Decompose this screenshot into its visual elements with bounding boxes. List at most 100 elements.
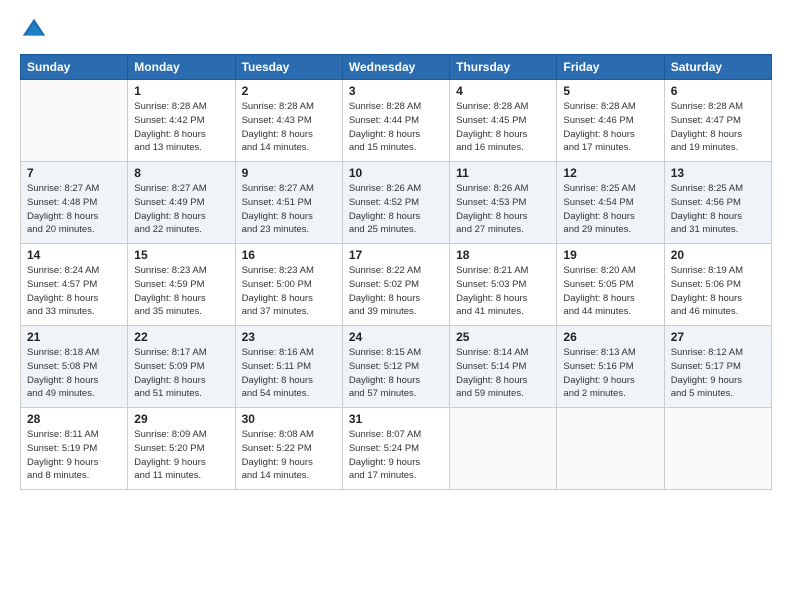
day-number: 2 [242,84,336,98]
weekday-header-monday: Monday [128,55,235,80]
day-number: 18 [456,248,550,262]
calendar-cell [557,408,664,490]
day-number: 5 [563,84,657,98]
day-number: 24 [349,330,443,344]
day-info: Sunrise: 8:23 AM Sunset: 4:59 PM Dayligh… [134,264,228,319]
day-number: 27 [671,330,765,344]
day-info: Sunrise: 8:25 AM Sunset: 4:56 PM Dayligh… [671,182,765,237]
week-row-3: 14 Sunrise: 8:24 AM Sunset: 4:57 PM Dayli… [21,244,772,326]
weekday-header-friday: Friday [557,55,664,80]
day-number: 7 [27,166,121,180]
day-info: Sunrise: 8:12 AM Sunset: 5:17 PM Dayligh… [671,346,765,401]
day-number: 13 [671,166,765,180]
calendar-cell: 16 Sunrise: 8:23 AM Sunset: 5:00 PM Dayli… [235,244,342,326]
day-number: 14 [27,248,121,262]
calendar-cell: 13 Sunrise: 8:25 AM Sunset: 4:56 PM Dayli… [664,162,771,244]
calendar-cell: 3 Sunrise: 8:28 AM Sunset: 4:44 PM Daylig… [342,80,449,162]
week-row-5: 28 Sunrise: 8:11 AM Sunset: 5:19 PM Dayli… [21,408,772,490]
calendar-cell: 27 Sunrise: 8:12 AM Sunset: 5:17 PM Dayli… [664,326,771,408]
calendar-cell: 6 Sunrise: 8:28 AM Sunset: 4:47 PM Daylig… [664,80,771,162]
calendar-cell [21,80,128,162]
day-number: 10 [349,166,443,180]
day-number: 6 [671,84,765,98]
day-info: Sunrise: 8:07 AM Sunset: 5:24 PM Dayligh… [349,428,443,483]
day-info: Sunrise: 8:24 AM Sunset: 4:57 PM Dayligh… [27,264,121,319]
day-info: Sunrise: 8:08 AM Sunset: 5:22 PM Dayligh… [242,428,336,483]
day-info: Sunrise: 8:13 AM Sunset: 5:16 PM Dayligh… [563,346,657,401]
day-info: Sunrise: 8:26 AM Sunset: 4:53 PM Dayligh… [456,182,550,237]
day-info: Sunrise: 8:09 AM Sunset: 5:20 PM Dayligh… [134,428,228,483]
calendar-cell: 20 Sunrise: 8:19 AM Sunset: 5:06 PM Dayli… [664,244,771,326]
weekday-header-sunday: Sunday [21,55,128,80]
day-number: 22 [134,330,228,344]
calendar-cell: 15Sunrise: 8:23 AM Sunset: 4:59 PM Dayli… [128,244,235,326]
calendar-cell: 2Sunrise: 8:28 AM Sunset: 4:43 PM Daylig… [235,80,342,162]
weekday-header-thursday: Thursday [450,55,557,80]
day-number: 8 [134,166,228,180]
calendar-cell: 28 Sunrise: 8:11 AM Sunset: 5:19 PM Dayli… [21,408,128,490]
calendar-cell: 5Sunrise: 8:28 AM Sunset: 4:46 PM Daylig… [557,80,664,162]
calendar-cell [450,408,557,490]
day-info: Sunrise: 8:15 AM Sunset: 5:12 PM Dayligh… [349,346,443,401]
day-info: Sunrise: 8:22 AM Sunset: 5:02 PM Dayligh… [349,264,443,319]
day-info: Sunrise: 8:28 AM Sunset: 4:47 PM Dayligh… [671,100,765,155]
calendar-cell: 18Sunrise: 8:21 AM Sunset: 5:03 PM Dayli… [450,244,557,326]
day-number: 9 [242,166,336,180]
calendar-cell: 12Sunrise: 8:25 AM Sunset: 4:54 PM Dayli… [557,162,664,244]
day-info: Sunrise: 8:20 AM Sunset: 5:05 PM Dayligh… [563,264,657,319]
calendar-table: SundayMondayTuesdayWednesdayThursdayFrid… [20,54,772,490]
calendar-cell: 1Sunrise: 8:28 AM Sunset: 4:42 PM Daylig… [128,80,235,162]
day-info: Sunrise: 8:27 AM Sunset: 4:51 PM Dayligh… [242,182,336,237]
calendar-cell: 17Sunrise: 8:22 AM Sunset: 5:02 PM Dayli… [342,244,449,326]
calendar-cell: 21 Sunrise: 8:18 AM Sunset: 5:08 PM Dayli… [21,326,128,408]
calendar-cell: 23 Sunrise: 8:16 AM Sunset: 5:11 PM Dayli… [235,326,342,408]
day-info: Sunrise: 8:17 AM Sunset: 5:09 PM Dayligh… [134,346,228,401]
day-number: 29 [134,412,228,426]
calendar-cell: 26Sunrise: 8:13 AM Sunset: 5:16 PM Dayli… [557,326,664,408]
day-number: 11 [456,166,550,180]
day-info: Sunrise: 8:27 AM Sunset: 4:49 PM Dayligh… [134,182,228,237]
logo [20,16,52,44]
day-number: 16 [242,248,336,262]
day-info: Sunrise: 8:28 AM Sunset: 4:45 PM Dayligh… [456,100,550,155]
day-info: Sunrise: 8:16 AM Sunset: 5:11 PM Dayligh… [242,346,336,401]
calendar-cell: 11 Sunrise: 8:26 AM Sunset: 4:53 PM Dayli… [450,162,557,244]
day-number: 23 [242,330,336,344]
weekday-header-row: SundayMondayTuesdayWednesdayThursdayFrid… [21,55,772,80]
calendar-cell: 4 Sunrise: 8:28 AM Sunset: 4:45 PM Daylig… [450,80,557,162]
day-number: 19 [563,248,657,262]
day-info: Sunrise: 8:19 AM Sunset: 5:06 PM Dayligh… [671,264,765,319]
day-number: 4 [456,84,550,98]
page-container: SundayMondayTuesdayWednesdayThursdayFrid… [0,0,792,502]
calendar-cell: 25Sunrise: 8:14 AM Sunset: 5:14 PM Dayli… [450,326,557,408]
day-number: 12 [563,166,657,180]
day-number: 31 [349,412,443,426]
page-header [20,16,772,44]
calendar-cell: 7Sunrise: 8:27 AM Sunset: 4:48 PM Daylig… [21,162,128,244]
day-info: Sunrise: 8:11 AM Sunset: 5:19 PM Dayligh… [27,428,121,483]
week-row-2: 7Sunrise: 8:27 AM Sunset: 4:48 PM Daylig… [21,162,772,244]
calendar-cell: 9 Sunrise: 8:27 AM Sunset: 4:51 PM Daylig… [235,162,342,244]
calendar-cell: 31 Sunrise: 8:07 AM Sunset: 5:24 PM Dayli… [342,408,449,490]
calendar-cell: 8 Sunrise: 8:27 AM Sunset: 4:49 PM Daylig… [128,162,235,244]
weekday-header-tuesday: Tuesday [235,55,342,80]
calendar-cell: 30 Sunrise: 8:08 AM Sunset: 5:22 PM Dayli… [235,408,342,490]
calendar-cell: 22 Sunrise: 8:17 AM Sunset: 5:09 PM Dayli… [128,326,235,408]
week-row-4: 21 Sunrise: 8:18 AM Sunset: 5:08 PM Dayli… [21,326,772,408]
weekday-header-saturday: Saturday [664,55,771,80]
calendar-cell: 19 Sunrise: 8:20 AM Sunset: 5:05 PM Dayli… [557,244,664,326]
day-info: Sunrise: 8:28 AM Sunset: 4:42 PM Dayligh… [134,100,228,155]
calendar-cell: 24 Sunrise: 8:15 AM Sunset: 5:12 PM Dayli… [342,326,449,408]
day-number: 28 [27,412,121,426]
calendar-cell: 14 Sunrise: 8:24 AM Sunset: 4:57 PM Dayli… [21,244,128,326]
calendar-cell [664,408,771,490]
day-info: Sunrise: 8:14 AM Sunset: 5:14 PM Dayligh… [456,346,550,401]
day-info: Sunrise: 8:18 AM Sunset: 5:08 PM Dayligh… [27,346,121,401]
day-info: Sunrise: 8:23 AM Sunset: 5:00 PM Dayligh… [242,264,336,319]
day-number: 21 [27,330,121,344]
week-row-1: 1Sunrise: 8:28 AM Sunset: 4:42 PM Daylig… [21,80,772,162]
day-number: 3 [349,84,443,98]
day-number: 30 [242,412,336,426]
day-number: 20 [671,248,765,262]
day-info: Sunrise: 8:28 AM Sunset: 4:44 PM Dayligh… [349,100,443,155]
